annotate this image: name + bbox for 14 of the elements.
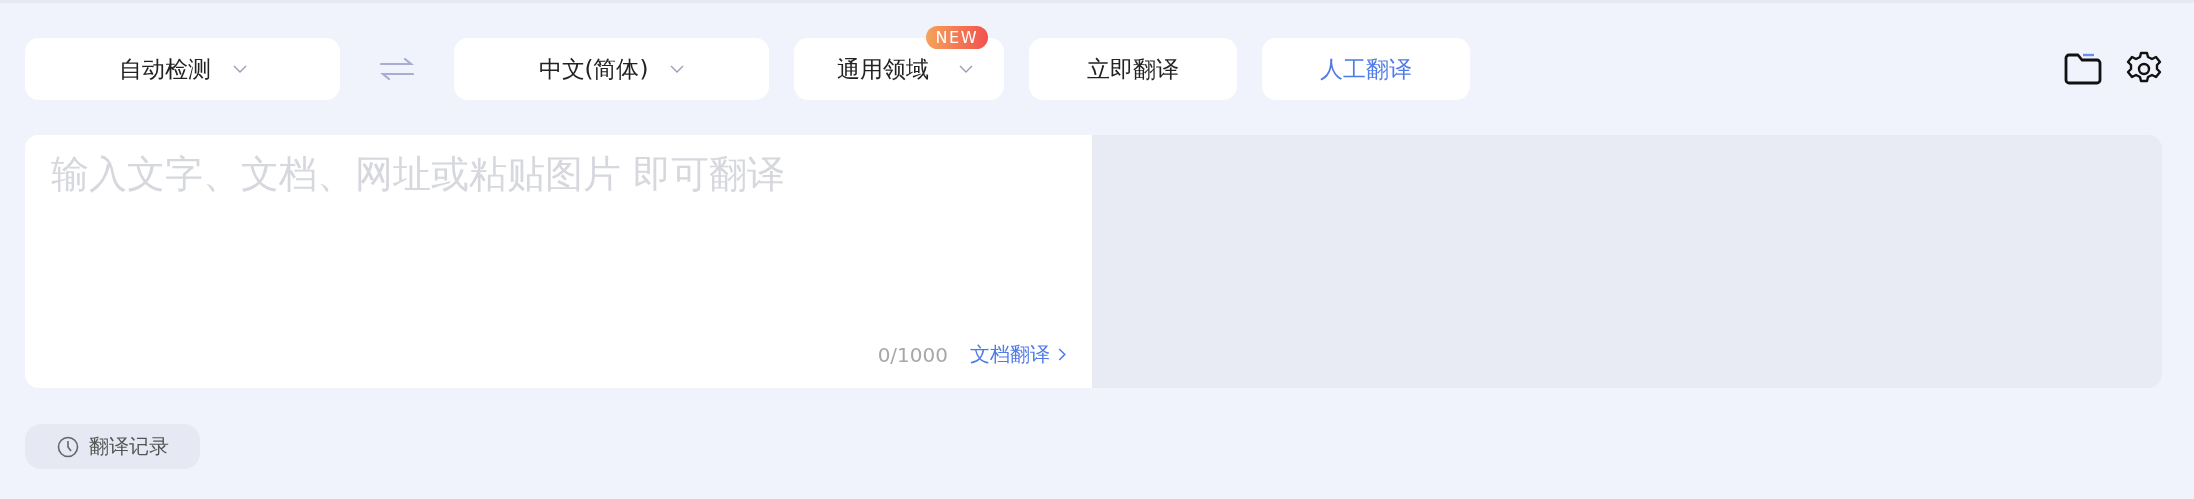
document-translation-link[interactable]: 文档翻译 (970, 341, 1066, 368)
chevron-down-icon (959, 65, 973, 73)
chevron-right-icon (1058, 348, 1066, 361)
character-count: 0/1000 (877, 342, 948, 367)
translate-button[interactable]: 立即翻译 (1029, 38, 1237, 100)
history-button[interactable]: 翻译记录 (25, 424, 200, 469)
chevron-down-icon (232, 65, 247, 73)
chevron-down-icon (670, 65, 685, 73)
target-language-dropdown[interactable]: 中文(简体) (454, 38, 769, 100)
source-language-dropdown[interactable]: 自动检测 (25, 38, 340, 100)
human-translation-button[interactable]: 人工翻译 (1262, 38, 1470, 100)
clock-icon (56, 435, 79, 458)
folder-icon[interactable] (2063, 52, 2103, 86)
new-badge: NEW (925, 26, 988, 49)
